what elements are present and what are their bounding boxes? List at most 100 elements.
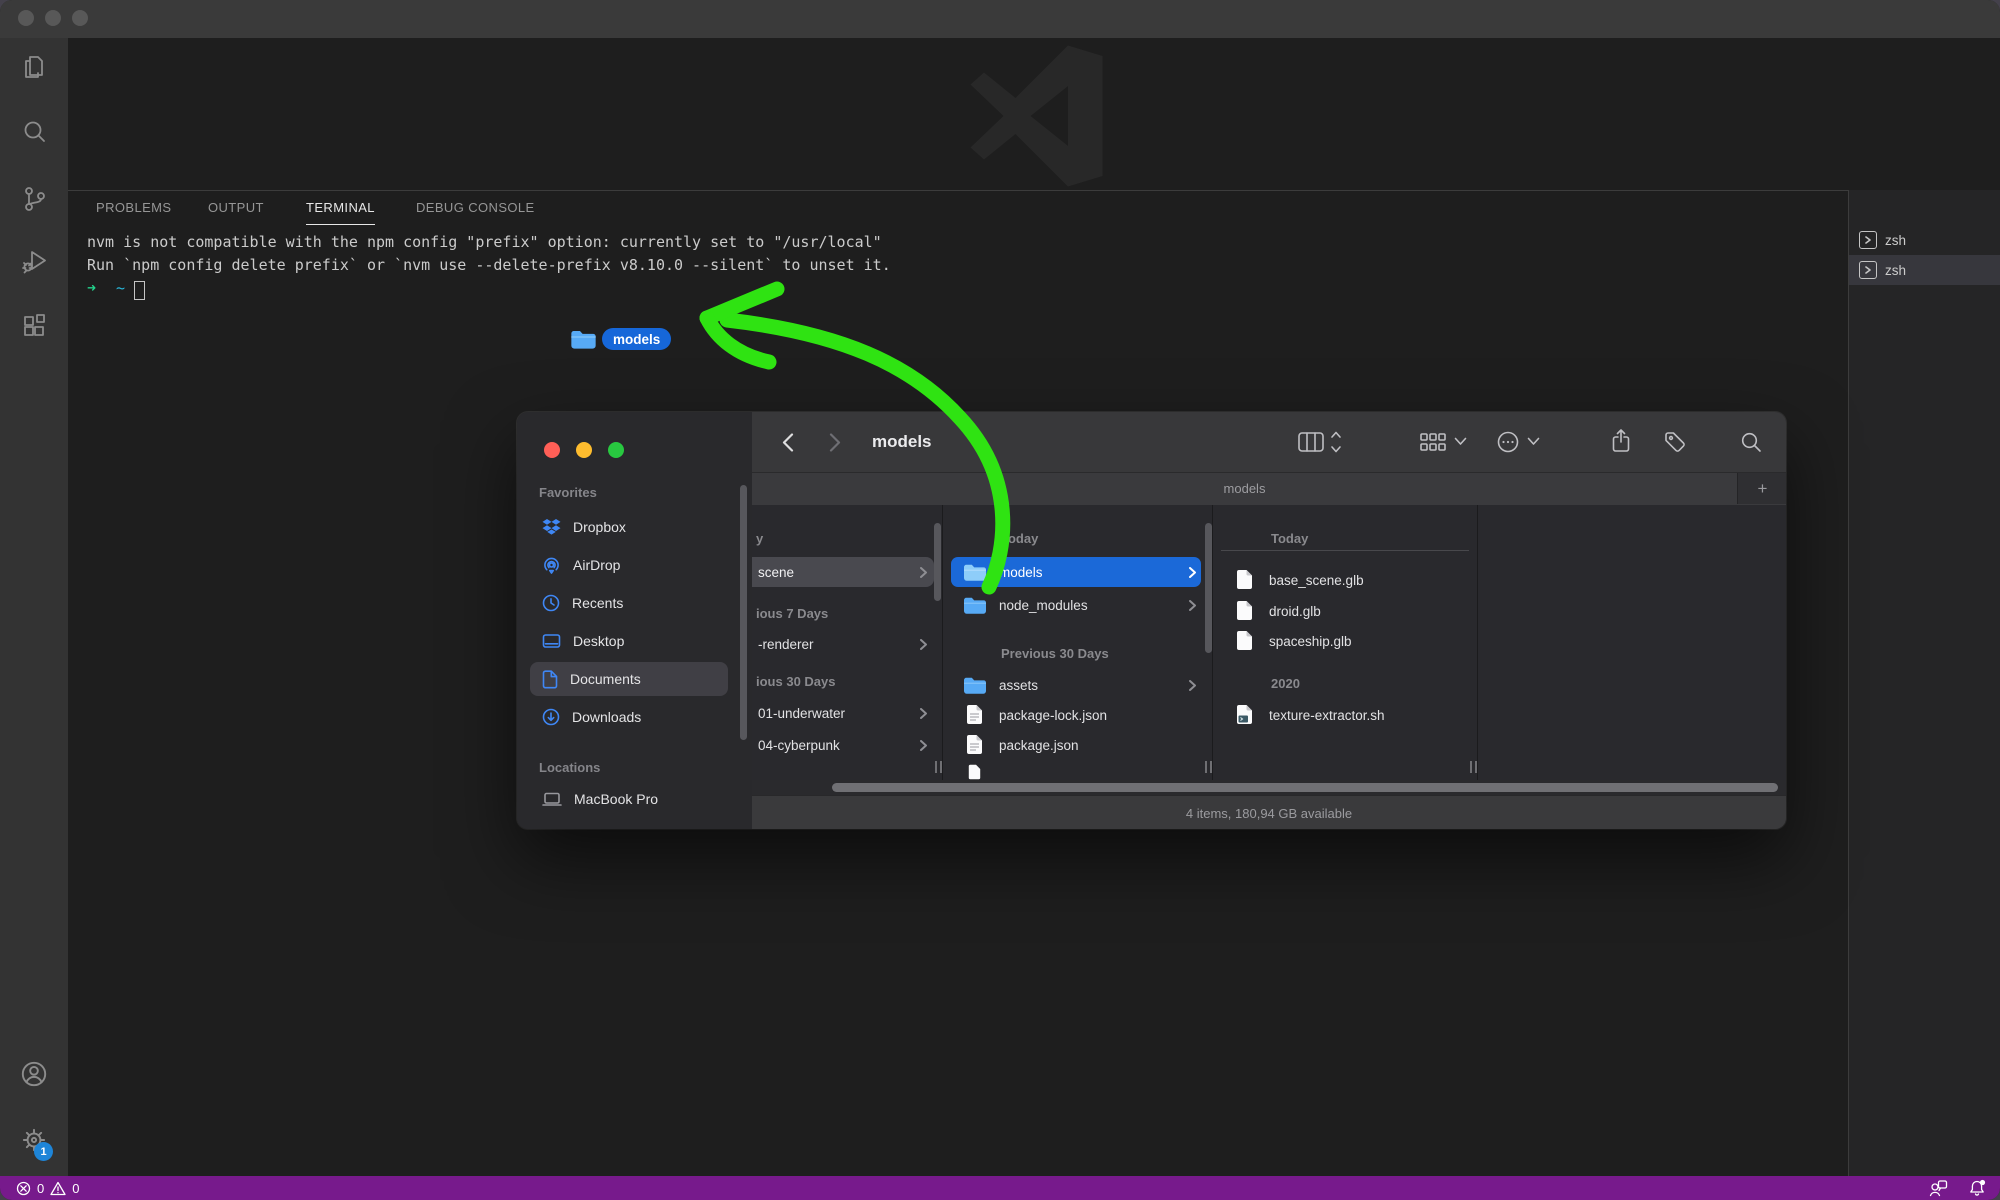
- chevron-down-icon[interactable]: [1454, 437, 1467, 446]
- sidebar-item-airdrop[interactable]: AirDrop: [530, 548, 728, 582]
- list-item-cyberpunk[interactable]: 04-cyberpunk: [752, 730, 934, 760]
- chevron-down-icon[interactable]: [1527, 437, 1540, 446]
- problems-status[interactable]: 0 0: [16, 1176, 79, 1200]
- column-group-header: y: [756, 531, 763, 546]
- finder-main: models: [752, 412, 1786, 829]
- editor-area: [68, 38, 2000, 190]
- folder-icon: [963, 563, 987, 582]
- sidebar-item-label: Downloads: [572, 709, 641, 725]
- sidebar-item-dropbox[interactable]: Dropbox: [530, 510, 728, 544]
- list-item-package-json[interactable]: package.json: [951, 730, 1201, 760]
- finder-tab-bar: models +: [752, 472, 1786, 507]
- settings-button[interactable]: 1: [0, 1114, 68, 1166]
- back-icon[interactable]: [782, 433, 794, 452]
- sidebar-item-documents[interactable]: Documents: [530, 662, 728, 696]
- group-separator: [1221, 550, 1469, 551]
- favorites-header: Favorites: [539, 485, 597, 500]
- account-button[interactable]: [0, 1048, 68, 1100]
- file-icon-clipped: [966, 764, 983, 780]
- account-icon: [18, 1058, 50, 1090]
- desktop-icon: [542, 633, 561, 650]
- list-item-models-selected[interactable]: models: [951, 557, 1201, 587]
- column-resize-grip[interactable]: [1475, 761, 1477, 773]
- share-icon[interactable]: [1612, 429, 1630, 453]
- chevron-right-icon: [1189, 680, 1196, 691]
- terminal-list-panel: zsh zsh: [1848, 190, 2000, 1176]
- notifications-bell-icon[interactable]: [1968, 1179, 1986, 1197]
- sidebar-item-label: MacBook Pro: [574, 791, 658, 807]
- column-group-header: Previous 30 Days: [1001, 646, 1109, 661]
- finder-window-title: models: [872, 432, 932, 452]
- tab-debug-console[interactable]: DEBUG CONSOLE: [416, 191, 535, 224]
- forward-icon[interactable]: [829, 433, 841, 452]
- more-actions-icon[interactable]: [1497, 431, 1519, 453]
- terminal-list-item-selected[interactable]: zsh: [1849, 255, 2000, 285]
- list-item-package-lock[interactable]: package-lock.json: [951, 700, 1201, 730]
- sidebar-item-label: Documents: [570, 671, 641, 687]
- warning-icon: [50, 1181, 66, 1196]
- terminal-cursor[interactable]: [134, 281, 145, 300]
- terminal-list-item[interactable]: zsh: [1849, 225, 2000, 255]
- terminal-list-label: zsh: [1885, 233, 1906, 248]
- column-scrollbar[interactable]: [1205, 523, 1212, 653]
- shell-script-icon: [1236, 704, 1253, 725]
- column-resize-grip[interactable]: [1210, 761, 1212, 773]
- list-item-spaceship[interactable]: spaceship.glb: [1221, 626, 1469, 656]
- search-button[interactable]: [0, 106, 68, 158]
- column-resize-grip[interactable]: [935, 761, 937, 773]
- new-tab-button[interactable]: +: [1737, 473, 1786, 504]
- chevron-right-icon: [1189, 600, 1196, 611]
- sidebar-item-desktop[interactable]: Desktop: [530, 624, 728, 658]
- column-resize-grip[interactable]: [940, 761, 942, 773]
- column-resize-grip[interactable]: [1470, 761, 1472, 773]
- tab-output[interactable]: OUTPUT: [208, 191, 264, 224]
- group-by-icon[interactable]: [1420, 433, 1446, 451]
- list-item-underwater[interactable]: 01-underwater: [752, 698, 934, 728]
- extensions-button[interactable]: [0, 300, 68, 352]
- column-group-header: ious 7 Days: [756, 606, 828, 621]
- finder-tab[interactable]: models: [752, 473, 1737, 504]
- list-item-droid[interactable]: droid.glb: [1221, 596, 1469, 626]
- terminal-output-line: Run `npm config delete prefix` or `nvm u…: [87, 256, 891, 274]
- column-view-icon[interactable]: [1298, 432, 1324, 452]
- explorer-button[interactable]: [0, 42, 68, 94]
- horizontal-scrollbar[interactable]: [832, 783, 1778, 792]
- activity-bar: 1: [0, 38, 68, 1176]
- prompt-arrow: ➜: [87, 279, 96, 297]
- view-switcher-chevrons-icon[interactable]: [1330, 429, 1342, 455]
- sidebar-item-label: Recents: [572, 595, 623, 611]
- sidebar-item-label: AirDrop: [573, 557, 620, 573]
- list-item-texture-extractor[interactable]: texture-extractor.sh: [1221, 700, 1469, 730]
- error-icon: [16, 1181, 31, 1196]
- finder-zoom-light[interactable]: [608, 442, 624, 458]
- list-item-node-modules[interactable]: node_modules: [951, 590, 1201, 620]
- zoom-traffic-light[interactable]: [72, 10, 88, 26]
- folder-icon: [963, 596, 987, 615]
- search-icon[interactable]: [1740, 431, 1762, 453]
- list-item-renderer[interactable]: -renderer: [752, 629, 934, 659]
- column-group-header: ious 30 Days: [756, 674, 836, 689]
- sidebar-scrollbar[interactable]: [740, 485, 747, 740]
- list-item-assets[interactable]: assets: [951, 670, 1201, 700]
- run-debug-button[interactable]: [0, 234, 68, 286]
- tab-problems[interactable]: PROBLEMS: [96, 191, 171, 224]
- finder-minimize-light[interactable]: [576, 442, 592, 458]
- finder-column-2: Today models: [943, 505, 1212, 780]
- column-divider[interactable]: [1477, 505, 1478, 780]
- tab-terminal[interactable]: TERMINAL: [306, 191, 375, 225]
- sidebar-item-downloads[interactable]: Downloads: [530, 700, 728, 734]
- finder-column-1: y scene ious 7 Days -renderer ious 30 Da…: [752, 505, 942, 780]
- download-icon: [542, 708, 560, 726]
- finder-close-light[interactable]: [544, 442, 560, 458]
- column-scrollbar[interactable]: [934, 523, 941, 601]
- minimize-traffic-light[interactable]: [45, 10, 61, 26]
- list-item-base-scene[interactable]: base_scene.glb: [1221, 565, 1469, 595]
- sidebar-item-macbook-pro[interactable]: MacBook Pro: [530, 782, 728, 816]
- close-traffic-light[interactable]: [18, 10, 34, 26]
- feedback-icon[interactable]: [1929, 1180, 1948, 1197]
- sidebar-item-recents[interactable]: Recents: [530, 586, 728, 620]
- list-item-scene[interactable]: scene: [752, 557, 934, 587]
- source-control-button[interactable]: [0, 172, 68, 224]
- tag-icon[interactable]: [1664, 431, 1686, 453]
- column-resize-grip[interactable]: [1205, 761, 1207, 773]
